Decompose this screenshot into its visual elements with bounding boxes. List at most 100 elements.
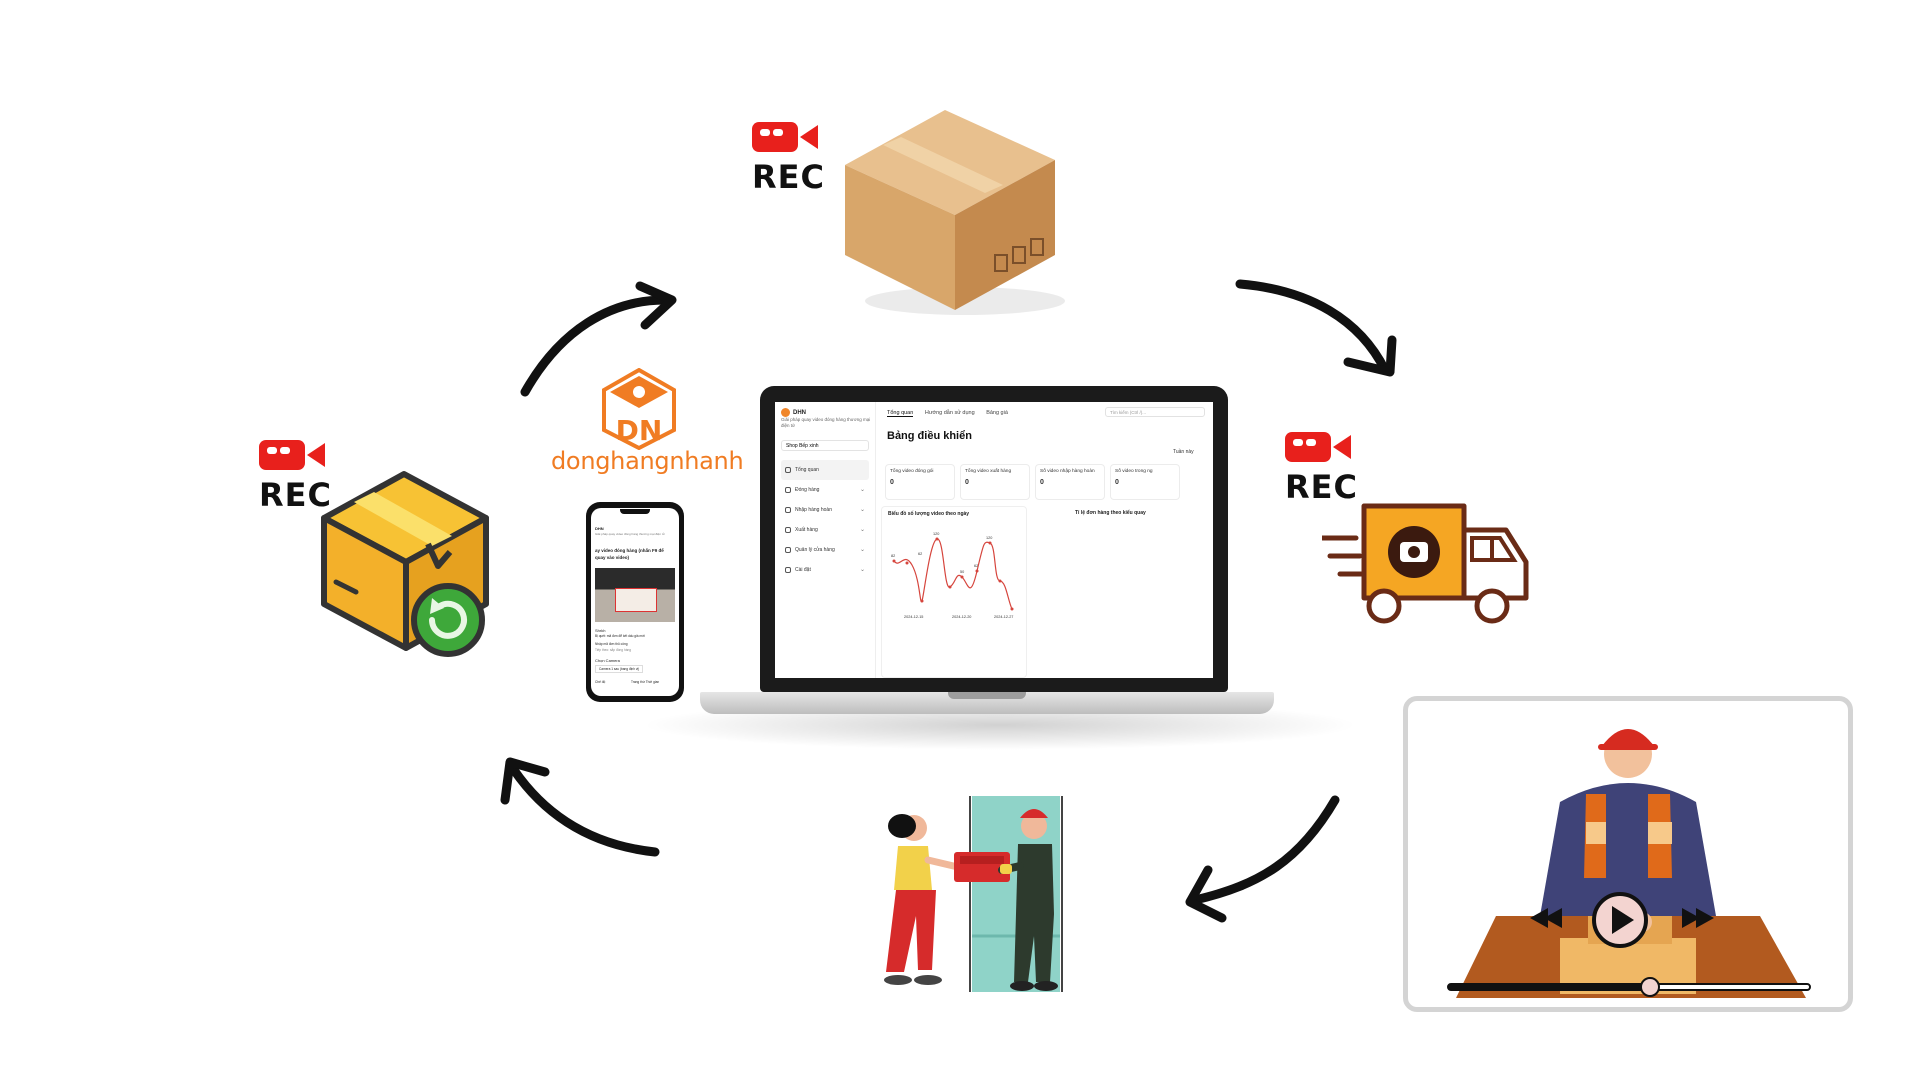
point-label: 120 (986, 536, 992, 540)
rewind-icon[interactable] (1530, 908, 1562, 928)
dn-logo-mark: DN (602, 368, 676, 450)
chevron-down-icon: ⌄ (859, 507, 865, 513)
video-camera-icon (1285, 432, 1351, 462)
point-label: 62 (974, 564, 978, 568)
line-chart: 82 62 120 50 62 120 2024-12-15 2024-12-2… (891, 532, 1014, 619)
phone-footer-right: Trang thứ Thời gian (631, 680, 660, 684)
rec-label: REC (259, 476, 332, 514)
phone-tagline: Giải pháp quay video đóng hàng thương mạ… (595, 532, 665, 536)
video-controls (1447, 892, 1811, 997)
phone-app-title: DHN (595, 526, 604, 531)
progress-handle[interactable] (1640, 977, 1660, 997)
chart-point (988, 541, 992, 545)
sidebar-item-label: Đóng hàng (795, 487, 820, 493)
stat-card-packing: Tổng video đóng gói 0 (885, 464, 955, 500)
chevron-down-icon: ⌄ (859, 527, 865, 533)
rec-label: REC (752, 158, 825, 196)
sidebar-item-store[interactable]: Quản lý cửa hàng ⌄ (781, 540, 869, 560)
rec-badge-right: REC (1285, 430, 1358, 506)
stat-card-other: Số video trong ng 0 (1110, 464, 1180, 500)
laptop-notch (948, 692, 1026, 699)
rec-badge-left: REC (259, 438, 332, 514)
stat-card-returns: Số video nhập hàng hoàn 0 (1035, 464, 1105, 500)
sidebar-item-overview[interactable]: Tổng quan (781, 460, 869, 480)
stat-card-label: Số video trong ng (1115, 469, 1153, 474)
phone-heading-2: quay vào video) (595, 555, 630, 560)
shop-selector[interactable]: Shop Bếp xinh (781, 440, 869, 451)
arrow-bottom-to-left (509, 765, 660, 857)
search-input[interactable]: Tìm kiếm (Ctrl /)... (1105, 407, 1205, 417)
chevron-down-icon: ⌄ (859, 567, 865, 573)
x-tick: 2024-12-15 (904, 615, 923, 619)
stat-card-label: Tổng video xuất hàng (965, 469, 1012, 474)
cardboard-box-icon (845, 110, 1065, 315)
x-tick: 2024-12-27 (994, 615, 1013, 619)
chart-point (892, 559, 896, 563)
point-label: 50 (960, 570, 964, 574)
phone-item-4: Tiếp theo: sắp đóng hàng (595, 648, 632, 652)
x-tick: 2024-12-20 (952, 615, 971, 619)
progress-bar-fill (1448, 984, 1650, 990)
return-box-icon (321, 471, 489, 657)
stat-card-label: Tổng video đóng gói (890, 469, 934, 474)
stat-card-value: 0 (1115, 479, 1119, 486)
phone-camera-preview (595, 568, 675, 622)
fast-forward-icon[interactable] (1682, 908, 1714, 928)
chart-point (935, 537, 939, 541)
chart-point (998, 579, 1002, 583)
dashboard-brand: DHN Giải pháp quay video đóng hàng thươn… (781, 408, 871, 428)
sidebar-item-label: Nhập hàng hoàn (795, 507, 832, 513)
chevron-down-icon: ⌄ (859, 547, 865, 553)
line-chart-card: Biểu đồ số lượng video theo ngày 82 62 1… (881, 506, 1027, 678)
line-chart-title: Biểu đồ số lượng video theo ngày (888, 511, 970, 517)
rec-label: REC (1285, 468, 1358, 506)
point-label: 120 (933, 532, 939, 536)
sidebar-item-packing[interactable]: Đóng hàng ⌄ (781, 480, 869, 500)
video-camera-icon (259, 440, 325, 470)
sidebar-item-label: Quản lý cửa hàng (795, 547, 835, 553)
delivery-truck-icon (1322, 503, 1529, 624)
chart-point (948, 585, 952, 589)
tab-overview[interactable]: Tổng quan (887, 410, 914, 417)
chevron-down-icon: ⌄ (859, 487, 865, 493)
chart-point (960, 575, 964, 579)
point-label: 82 (891, 554, 895, 558)
dashboard-sidebar: DHN Giải pháp quay video đóng hàng thươn… (775, 402, 876, 678)
logo-text: donghangnhanh (551, 447, 744, 475)
laptop-screen: DHN Giải pháp quay video đóng hàng thươn… (775, 402, 1213, 678)
page-title: Bảng điều khiển (887, 430, 972, 442)
sidebar-item-returns[interactable]: Nhập hàng hoàn ⌄ (781, 500, 869, 520)
phone-screen: DHN Giải pháp quay video đóng hàng thươn… (591, 508, 679, 696)
brand-dot-icon (781, 408, 790, 417)
stat-card-value: 0 (965, 479, 969, 486)
phone-item-1: Shrkh (595, 628, 606, 633)
line-chart-series (893, 538, 1013, 610)
arrow-top-to-right (1235, 279, 1390, 375)
chart-point (920, 599, 924, 603)
phone-notch (620, 509, 650, 514)
dashboard-brand-name: DHN (793, 410, 806, 417)
tab-guide[interactable]: Hướng dẫn sử dụng (925, 410, 975, 416)
delivery-handover-illustration (884, 796, 1063, 992)
phone-camera-select[interactable]: Camera 1 sau (bang định vị) (595, 665, 644, 673)
phone-item-3[interactable]: Nhập mã đơn thủ công (595, 642, 628, 646)
point-label: 62 (918, 552, 922, 556)
phone-item-2: Bị quét: mã đơn để kết dấu giá mới (595, 634, 645, 638)
phone-footer-left: Chế độ (595, 680, 606, 684)
video-camera-icon (752, 122, 818, 152)
sidebar-item-export[interactable]: Xuất hàng ⌄ (781, 520, 869, 540)
phone-camera-label: Chọn Camera (595, 658, 620, 663)
stat-card-export: Tổng video xuất hàng 0 (960, 464, 1030, 500)
chart-point (1010, 607, 1014, 611)
rec-badge-top: REC (752, 120, 825, 196)
stat-card-label: Số video nhập hàng hoàn (1040, 469, 1095, 474)
range-select[interactable]: Tuần này (1173, 449, 1194, 455)
phone-heading: ay video đóng hàng (nhấn F9 để (595, 548, 664, 553)
top-nav: Tổng quan Hướng dẫn sử dụng Bảng giá (887, 410, 1018, 417)
stat-card-value: 0 (890, 479, 894, 486)
sidebar-item-label: Cài đặt (795, 567, 811, 573)
chart-point (975, 569, 979, 573)
pie-chart-title: Tỉ lệ đơn hàng theo kiểu quay (1075, 510, 1146, 516)
sidebar-item-settings[interactable]: Cài đặt ⌄ (781, 560, 869, 580)
tab-pricing[interactable]: Bảng giá (986, 410, 1008, 416)
